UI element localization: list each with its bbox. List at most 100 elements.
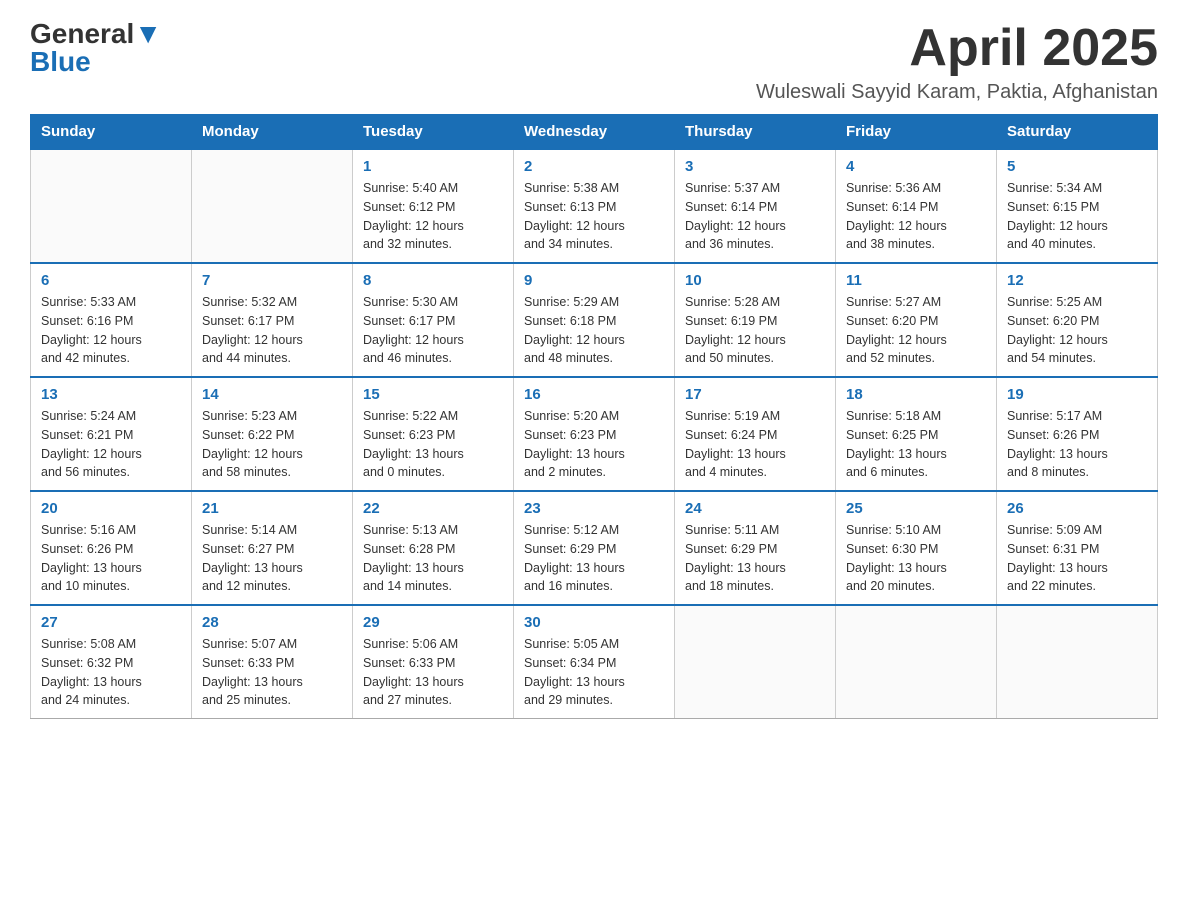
day-info: Sunrise: 5:19 AMSunset: 6:24 PMDaylight:… bbox=[685, 407, 825, 482]
day-info: Sunrise: 5:38 AMSunset: 6:13 PMDaylight:… bbox=[524, 179, 664, 254]
calendar-week-row: 6 Sunrise: 5:33 AMSunset: 6:16 PMDaylight… bbox=[31, 263, 1158, 377]
day-info: Sunrise: 5:34 AMSunset: 6:15 PMDaylight:… bbox=[1007, 179, 1147, 254]
title-block: April 2025 Wuleswali Sayyid Karam, Pakti… bbox=[756, 20, 1158, 104]
calendar-week-row: 20 Sunrise: 5:16 AMSunset: 6:26 PMDayligh… bbox=[31, 491, 1158, 605]
day-info: Sunrise: 5:08 AMSunset: 6:32 PMDaylight:… bbox=[41, 635, 181, 710]
day-info: Sunrise: 5:29 AMSunset: 6:18 PMDaylight:… bbox=[524, 293, 664, 368]
calendar-cell: 6 Sunrise: 5:33 AMSunset: 6:16 PMDaylight… bbox=[31, 263, 192, 377]
calendar-cell: 28Sunrise: 5:07 AMSunset: 6:33 PMDayligh… bbox=[192, 605, 353, 719]
calendar-cell: 7 Sunrise: 5:32 AMSunset: 6:17 PMDaylight… bbox=[192, 263, 353, 377]
calendar-cell bbox=[675, 605, 836, 719]
day-info: Sunrise: 5:12 AMSunset: 6:29 PMDaylight:… bbox=[524, 521, 664, 596]
day-number: 7 bbox=[202, 272, 342, 289]
day-number: 4 bbox=[846, 158, 986, 175]
day-info: Sunrise: 5:07 AMSunset: 6:33 PMDaylight:… bbox=[202, 635, 342, 710]
day-number: 20 bbox=[41, 500, 181, 517]
calendar-week-row: 13Sunrise: 5:24 AMSunset: 6:21 PMDayligh… bbox=[31, 377, 1158, 491]
logo: General▼Blue bbox=[30, 20, 162, 76]
calendar-header-tuesday: Tuesday bbox=[353, 115, 514, 150]
day-number: 25 bbox=[846, 500, 986, 517]
day-info: Sunrise: 5:13 AMSunset: 6:28 PMDaylight:… bbox=[363, 521, 503, 596]
calendar-cell: 18Sunrise: 5:18 AMSunset: 6:25 PMDayligh… bbox=[836, 377, 997, 491]
day-info: Sunrise: 5:05 AMSunset: 6:34 PMDaylight:… bbox=[524, 635, 664, 710]
calendar-header-saturday: Saturday bbox=[997, 115, 1158, 150]
calendar-cell: 29 Sunrise: 5:06 AMSunset: 6:33 PMDayligh… bbox=[353, 605, 514, 719]
day-info: Sunrise: 5:23 AMSunset: 6:22 PMDaylight:… bbox=[202, 407, 342, 482]
calendar-header-thursday: Thursday bbox=[675, 115, 836, 150]
day-info: Sunrise: 5:27 AMSunset: 6:20 PMDaylight:… bbox=[846, 293, 986, 368]
calendar-cell: 20 Sunrise: 5:16 AMSunset: 6:26 PMDayligh… bbox=[31, 491, 192, 605]
day-number: 9 bbox=[524, 272, 664, 289]
day-number: 10 bbox=[685, 272, 825, 289]
calendar-table: SundayMondayTuesdayWednesdayThursdayFrid… bbox=[30, 114, 1158, 719]
calendar-header-friday: Friday bbox=[836, 115, 997, 150]
calendar-cell: 21 Sunrise: 5:14 AMSunset: 6:27 PMDayligh… bbox=[192, 491, 353, 605]
page-header: General▼Blue April 2025 Wuleswali Sayyid… bbox=[30, 20, 1158, 104]
calendar-cell: 5 Sunrise: 5:34 AMSunset: 6:15 PMDaylight… bbox=[997, 149, 1158, 263]
day-info: Sunrise: 5:11 AMSunset: 6:29 PMDaylight:… bbox=[685, 521, 825, 596]
day-number: 18 bbox=[846, 386, 986, 403]
day-number: 12 bbox=[1007, 272, 1147, 289]
day-number: 24 bbox=[685, 500, 825, 517]
day-info: Sunrise: 5:06 AMSunset: 6:33 PMDaylight:… bbox=[363, 635, 503, 710]
day-number: 29 bbox=[363, 614, 503, 631]
calendar-cell: 3 Sunrise: 5:37 AMSunset: 6:14 PMDaylight… bbox=[675, 149, 836, 263]
day-number: 21 bbox=[202, 500, 342, 517]
calendar-cell: 17 Sunrise: 5:19 AMSunset: 6:24 PMDayligh… bbox=[675, 377, 836, 491]
day-number: 3 bbox=[685, 158, 825, 175]
month-title: April 2025 bbox=[756, 20, 1158, 77]
calendar-cell: 12 Sunrise: 5:25 AMSunset: 6:20 PMDayligh… bbox=[997, 263, 1158, 377]
day-number: 8 bbox=[363, 272, 503, 289]
calendar-cell: 4 Sunrise: 5:36 AMSunset: 6:14 PMDaylight… bbox=[836, 149, 997, 263]
calendar-cell bbox=[997, 605, 1158, 719]
day-info: Sunrise: 5:40 AMSunset: 6:12 PMDaylight:… bbox=[363, 179, 503, 254]
day-info: Sunrise: 5:22 AMSunset: 6:23 PMDaylight:… bbox=[363, 407, 503, 482]
day-info: Sunrise: 5:16 AMSunset: 6:26 PMDaylight:… bbox=[41, 521, 181, 596]
day-number: 14 bbox=[202, 386, 342, 403]
day-info: Sunrise: 5:37 AMSunset: 6:14 PMDaylight:… bbox=[685, 179, 825, 254]
day-number: 6 bbox=[41, 272, 181, 289]
logo-triangle-icon: ▼ bbox=[134, 18, 162, 49]
calendar-header-wednesday: Wednesday bbox=[514, 115, 675, 150]
day-number: 30 bbox=[524, 614, 664, 631]
calendar-cell: 13Sunrise: 5:24 AMSunset: 6:21 PMDayligh… bbox=[31, 377, 192, 491]
calendar-cell: 26 Sunrise: 5:09 AMSunset: 6:31 PMDayligh… bbox=[997, 491, 1158, 605]
day-info: Sunrise: 5:09 AMSunset: 6:31 PMDaylight:… bbox=[1007, 521, 1147, 596]
calendar-cell bbox=[31, 149, 192, 263]
logo-blue-text: Blue bbox=[30, 46, 91, 77]
day-info: Sunrise: 5:33 AMSunset: 6:16 PMDaylight:… bbox=[41, 293, 181, 368]
day-number: 26 bbox=[1007, 500, 1147, 517]
day-info: Sunrise: 5:14 AMSunset: 6:27 PMDaylight:… bbox=[202, 521, 342, 596]
day-number: 19 bbox=[1007, 386, 1147, 403]
calendar-cell: 27Sunrise: 5:08 AMSunset: 6:32 PMDayligh… bbox=[31, 605, 192, 719]
calendar-header-row: SundayMondayTuesdayWednesdayThursdayFrid… bbox=[31, 115, 1158, 150]
day-info: Sunrise: 5:36 AMSunset: 6:14 PMDaylight:… bbox=[846, 179, 986, 254]
calendar-header-monday: Monday bbox=[192, 115, 353, 150]
day-info: Sunrise: 5:32 AMSunset: 6:17 PMDaylight:… bbox=[202, 293, 342, 368]
calendar-cell: 11Sunrise: 5:27 AMSunset: 6:20 PMDayligh… bbox=[836, 263, 997, 377]
day-number: 23 bbox=[524, 500, 664, 517]
day-info: Sunrise: 5:17 AMSunset: 6:26 PMDaylight:… bbox=[1007, 407, 1147, 482]
calendar-week-row: 1Sunrise: 5:40 AMSunset: 6:12 PMDaylight… bbox=[31, 149, 1158, 263]
calendar-cell: 25 Sunrise: 5:10 AMSunset: 6:30 PMDayligh… bbox=[836, 491, 997, 605]
day-info: Sunrise: 5:10 AMSunset: 6:30 PMDaylight:… bbox=[846, 521, 986, 596]
calendar-cell: 1Sunrise: 5:40 AMSunset: 6:12 PMDaylight… bbox=[353, 149, 514, 263]
calendar-cell: 14 Sunrise: 5:23 AMSunset: 6:22 PMDayligh… bbox=[192, 377, 353, 491]
logo-text: General▼Blue bbox=[30, 20, 162, 76]
day-info: Sunrise: 5:30 AMSunset: 6:17 PMDaylight:… bbox=[363, 293, 503, 368]
calendar-cell: 9 Sunrise: 5:29 AMSunset: 6:18 PMDaylight… bbox=[514, 263, 675, 377]
day-info: Sunrise: 5:20 AMSunset: 6:23 PMDaylight:… bbox=[524, 407, 664, 482]
calendar-cell: 22Sunrise: 5:13 AMSunset: 6:28 PMDayligh… bbox=[353, 491, 514, 605]
calendar-cell: 15 Sunrise: 5:22 AMSunset: 6:23 PMDayligh… bbox=[353, 377, 514, 491]
calendar-cell bbox=[836, 605, 997, 719]
calendar-cell bbox=[192, 149, 353, 263]
day-number: 2 bbox=[524, 158, 664, 175]
calendar-cell: 16Sunrise: 5:20 AMSunset: 6:23 PMDayligh… bbox=[514, 377, 675, 491]
day-number: 17 bbox=[685, 386, 825, 403]
day-info: Sunrise: 5:25 AMSunset: 6:20 PMDaylight:… bbox=[1007, 293, 1147, 368]
day-number: 5 bbox=[1007, 158, 1147, 175]
calendar-cell: 10Sunrise: 5:28 AMSunset: 6:19 PMDayligh… bbox=[675, 263, 836, 377]
day-number: 15 bbox=[363, 386, 503, 403]
calendar-cell: 2 Sunrise: 5:38 AMSunset: 6:13 PMDaylight… bbox=[514, 149, 675, 263]
day-info: Sunrise: 5:24 AMSunset: 6:21 PMDaylight:… bbox=[41, 407, 181, 482]
